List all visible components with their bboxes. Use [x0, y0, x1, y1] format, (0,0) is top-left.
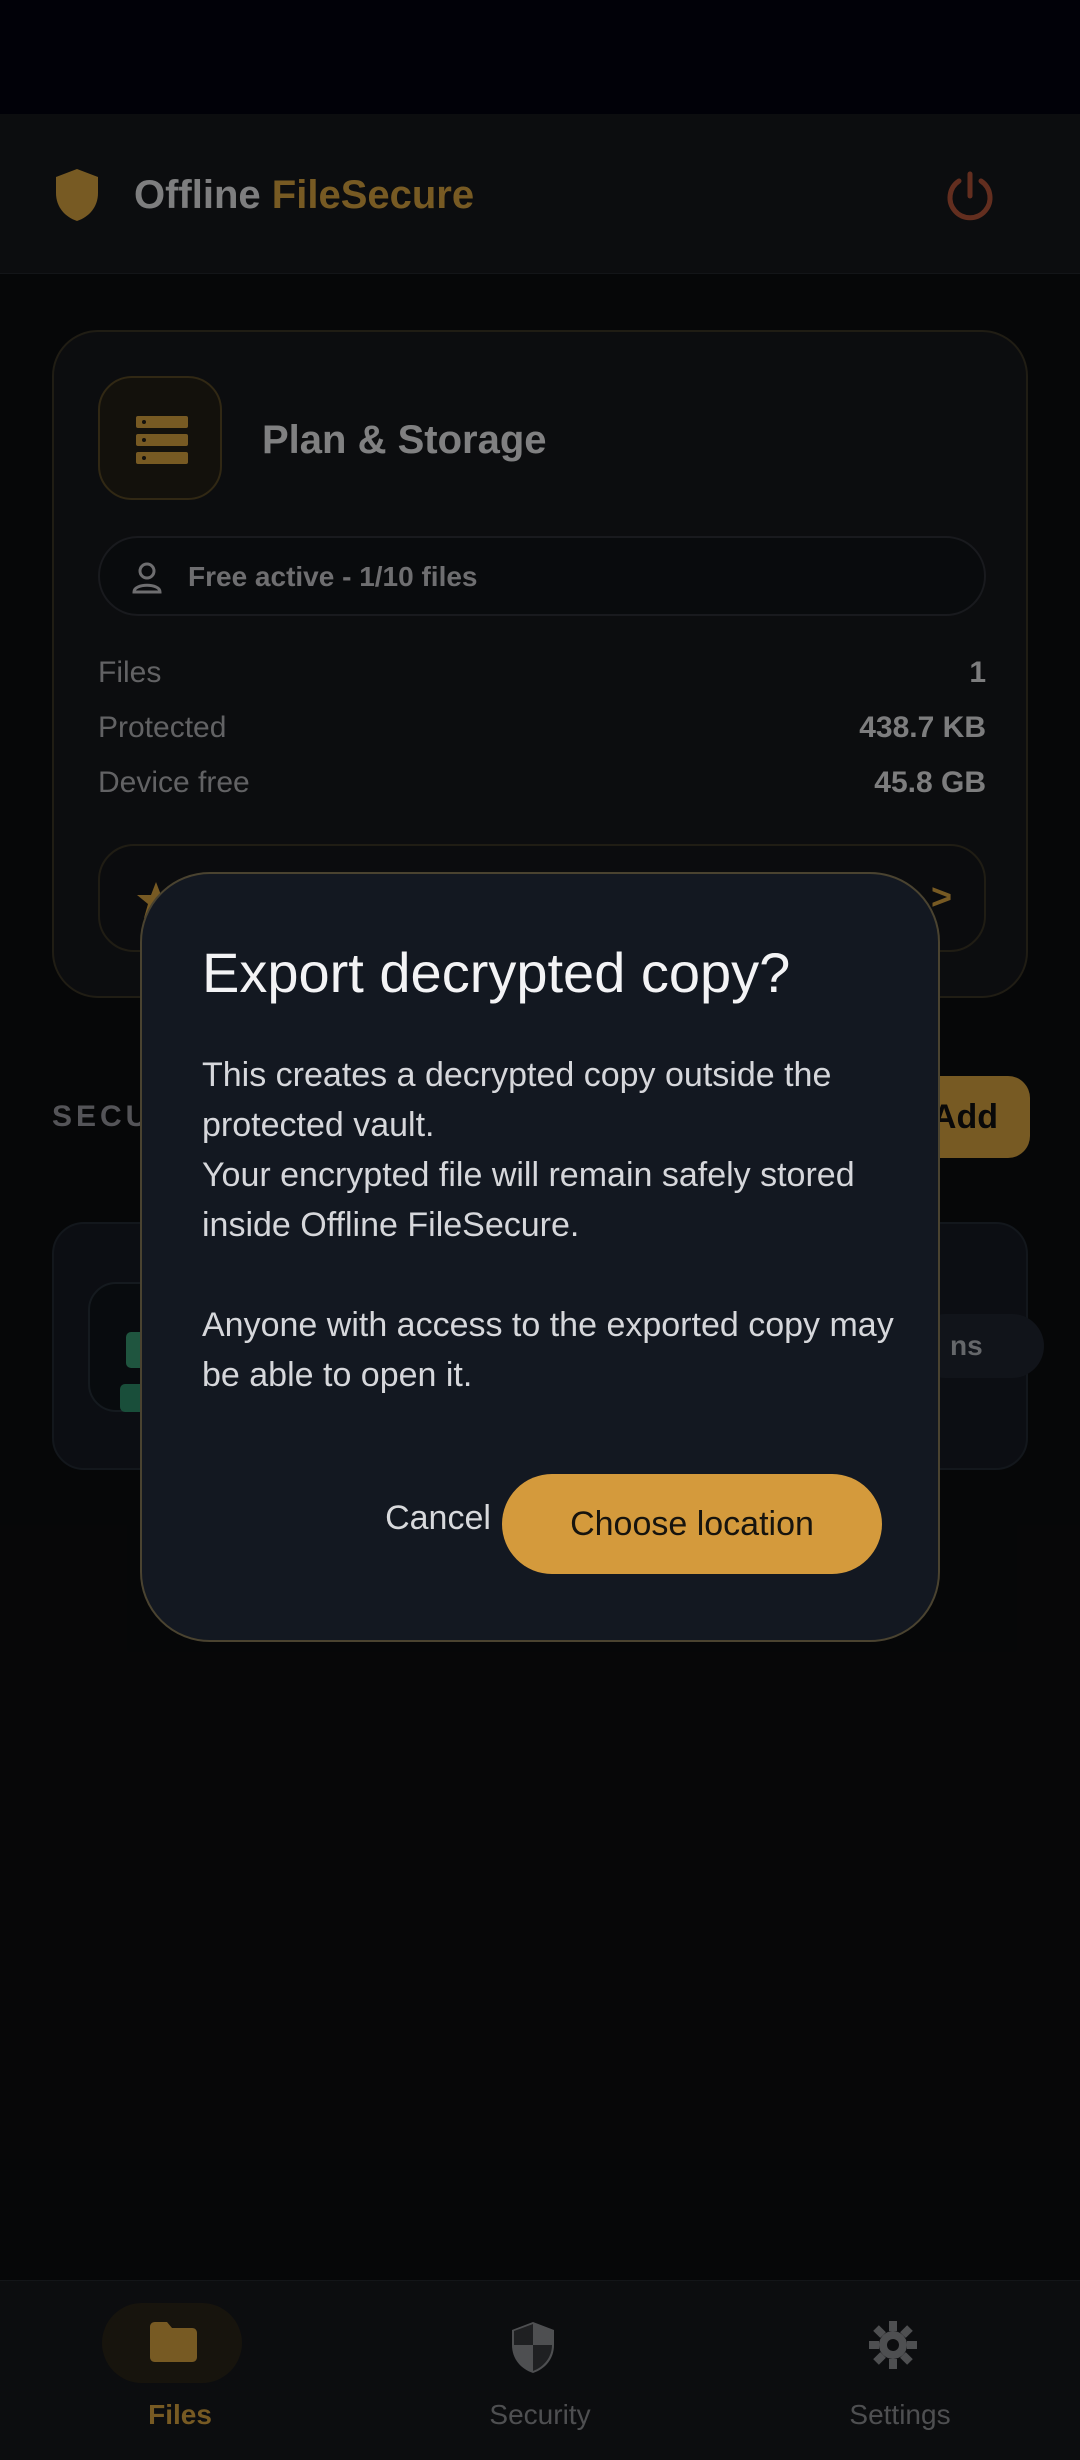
export-dialog: Export decrypted copy? This creates a de…	[140, 872, 940, 1642]
dialog-body-line3: Anyone with access to the exported copy …	[202, 1306, 894, 1394]
dialog-body-line1: This creates a decrypted copy outside th…	[202, 1056, 832, 1144]
dialog-body-line2: Your encrypted file will remain safely s…	[202, 1156, 855, 1244]
dialog-title: Export decrypted copy?	[202, 941, 791, 1004]
dialog-body: This creates a decrypted copy outside th…	[202, 1050, 902, 1400]
choose-location-button[interactable]: Choose location	[502, 1474, 882, 1574]
